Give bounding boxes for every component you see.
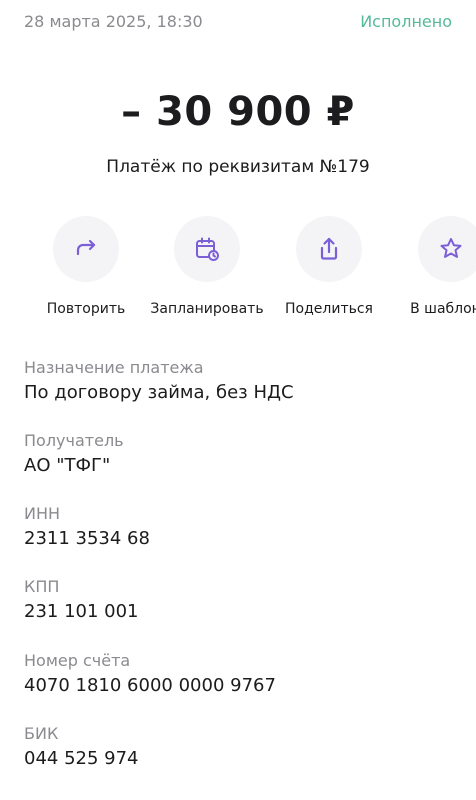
schedule-button-label: Запланировать	[150, 301, 264, 317]
star-icon	[440, 238, 462, 258]
calendar-schedule-icon	[196, 237, 219, 261]
payment-amount: – 30 900 ₽	[121, 89, 355, 135]
kpp-value: 231 101 001	[24, 601, 139, 622]
add-to-templates-button-circle[interactable]	[418, 216, 476, 282]
account-number-field: Номер счёта 4070 1810 6000 0000 9767	[24, 651, 464, 698]
kpp-field: КПП 231 101 001	[24, 577, 464, 624]
payment-details-screen: 28 марта 2025, 18:30 Исполнено – 30 900 …	[0, 0, 476, 800]
add-to-templates-button[interactable]: В шаблоны	[381, 216, 476, 318]
inn-value: 2311 3534 68	[24, 528, 150, 549]
share-button-circle[interactable]	[296, 216, 362, 282]
bik-label: БИК	[24, 724, 59, 743]
add-to-templates-button-label: В шаблоны	[410, 301, 476, 317]
repeat-button[interactable]: Повторить	[16, 216, 156, 318]
purpose-label: Назначение платежа	[24, 358, 204, 377]
kpp-label: КПП	[24, 577, 60, 596]
repeat-icon	[76, 239, 96, 256]
payment-status: Исполнено	[360, 12, 452, 31]
bik-field: БИК 044 525 974	[24, 724, 464, 771]
account-number-value: 4070 1810 6000 0000 9767	[24, 675, 276, 696]
schedule-button-circle[interactable]	[174, 216, 240, 282]
payment-title: Платёж по реквизитам №179	[106, 157, 370, 177]
recipient-value: АО "ТФГ"	[24, 455, 111, 476]
recipient-field: Получатель АО "ТФГ"	[24, 431, 464, 478]
repeat-button-circle[interactable]	[53, 216, 119, 282]
repeat-button-label: Повторить	[46, 301, 126, 317]
bik-value: 044 525 974	[24, 748, 139, 769]
purpose-value: По договору займа, без НДС	[24, 382, 294, 403]
purpose-field: Назначение платежа По договору займа, бе…	[24, 358, 464, 405]
inn-label: ИНН	[24, 504, 61, 523]
inn-field: ИНН 2311 3534 68	[24, 504, 464, 551]
payment-datetime: 28 марта 2025, 18:30	[24, 12, 203, 31]
recipient-label: Получатель	[24, 431, 124, 450]
share-icon	[320, 237, 338, 260]
share-button[interactable]: Поделиться	[259, 216, 399, 318]
share-button-label: Поделиться	[285, 301, 373, 317]
account-number-label: Номер счёта	[24, 651, 131, 670]
schedule-button[interactable]: Запланировать	[137, 216, 277, 318]
